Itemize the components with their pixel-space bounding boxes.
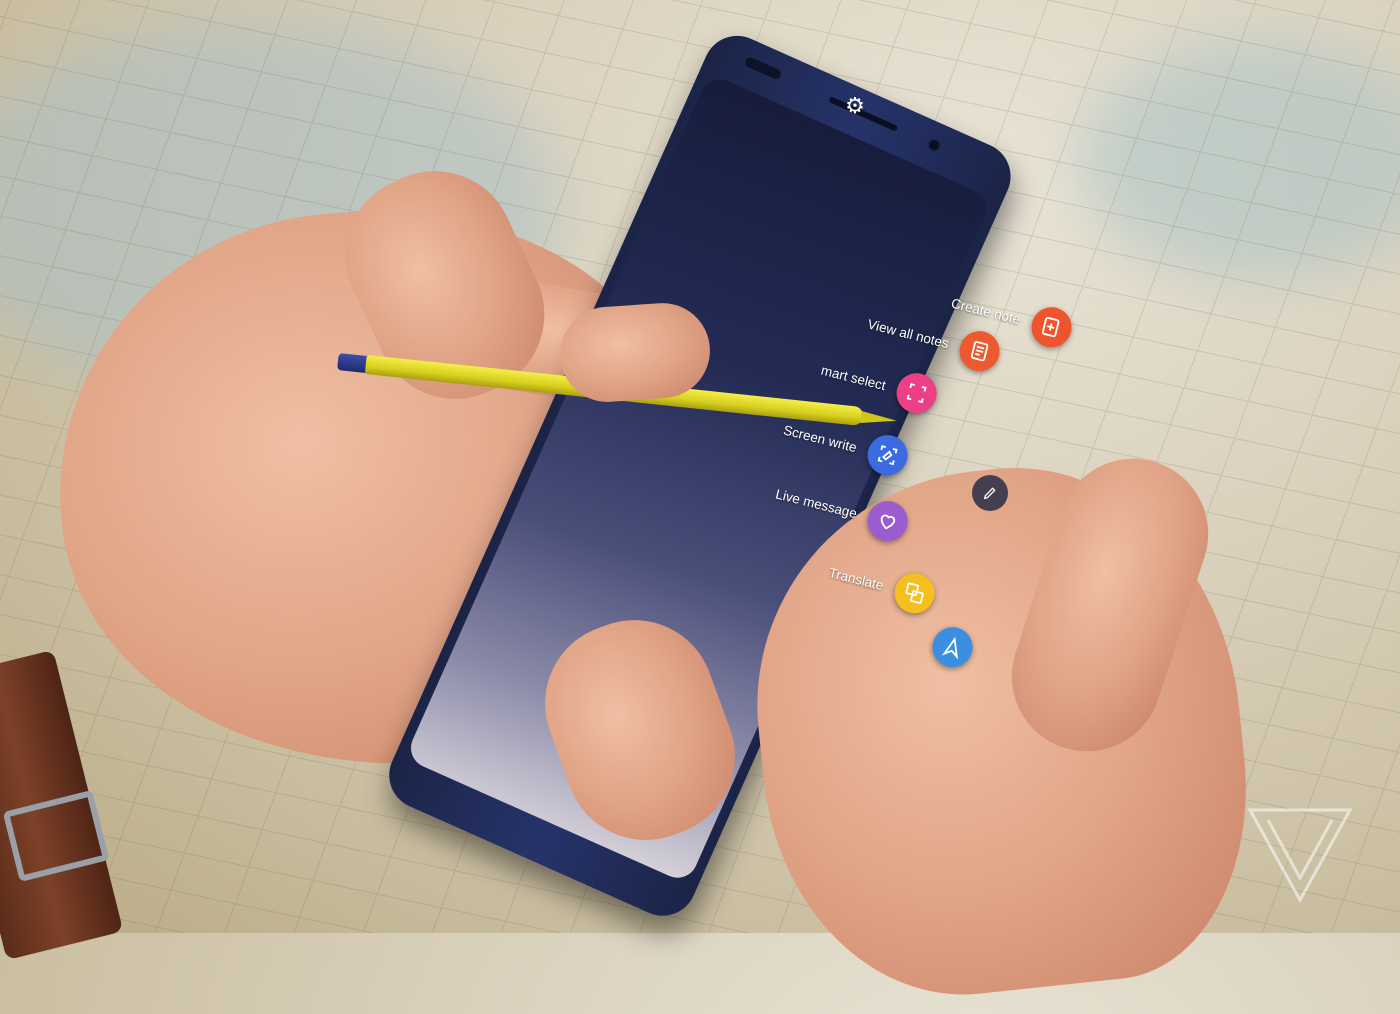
s-pen-tip [860, 411, 898, 427]
smart-select-label: mart select [819, 362, 888, 393]
air-command-floating-button[interactable] [972, 475, 1008, 511]
s-pen-cap [337, 353, 369, 374]
verge-logo-icon [1247, 808, 1353, 904]
screen-write-label: Screen write [781, 421, 859, 455]
pen-icon [983, 487, 996, 500]
gear-icon[interactable]: ⚙ [843, 94, 867, 118]
left-hand-thumb-tip [556, 299, 714, 406]
create-note-label: Create note [949, 295, 1022, 327]
live-message-label: Live message [774, 485, 859, 521]
view-all-notes-label: View all notes [866, 316, 951, 351]
translate-label: Translate [827, 564, 886, 593]
